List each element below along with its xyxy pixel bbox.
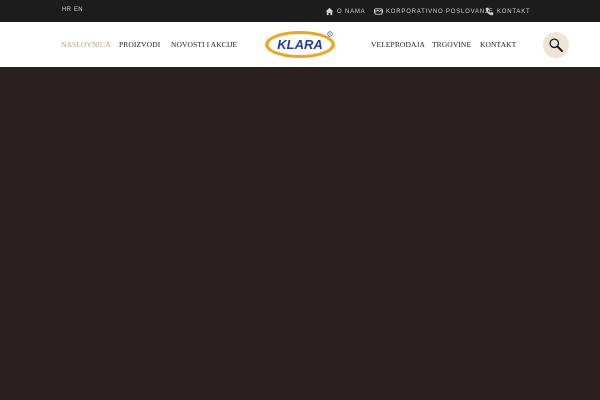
phone-icon bbox=[485, 7, 494, 16]
corporate-business-label: KORPORATIVNO POSLOVANJE bbox=[386, 8, 494, 15]
logo-text: KLARA bbox=[277, 37, 323, 52]
nav-contact[interactable]: KONTAKT bbox=[480, 40, 516, 49]
klara-logo[interactable]: KLARA ® bbox=[264, 30, 336, 59]
language-en-link[interactable]: EN bbox=[74, 7, 83, 13]
contact-top-label: KONTAKT bbox=[497, 8, 531, 15]
main-header: NASLOVNICA PROIZVODI NOVOSTI I AKCIJE KL… bbox=[0, 22, 600, 67]
home-icon bbox=[325, 7, 334, 16]
search-button[interactable] bbox=[543, 32, 569, 58]
top-bar: HR EN O NAMA KORPORATIVNO POSLOVANJE KON… bbox=[0, 0, 600, 22]
nav-products[interactable]: PROIZVODI bbox=[119, 40, 160, 49]
nav-wholesale[interactable]: VELEPRODAJA bbox=[371, 40, 425, 49]
search-icon bbox=[549, 38, 563, 52]
corporate-business-link[interactable]: KORPORATIVNO POSLOVANJE bbox=[374, 7, 494, 16]
handshake-icon bbox=[374, 8, 383, 15]
about-us-label: O NAMA bbox=[337, 8, 366, 15]
about-us-link[interactable]: O NAMA bbox=[325, 7, 365, 16]
nav-news-and-promotions[interactable]: NOVOSTI I AKCIJE bbox=[171, 40, 237, 49]
language-hr-link[interactable]: HR bbox=[62, 7, 71, 13]
nav-stores[interactable]: TRGOVINE bbox=[432, 40, 471, 49]
contact-top-link[interactable]: KONTAKT bbox=[485, 7, 531, 16]
nav-home[interactable]: NASLOVNICA bbox=[61, 40, 111, 49]
hero-banner bbox=[0, 67, 600, 400]
